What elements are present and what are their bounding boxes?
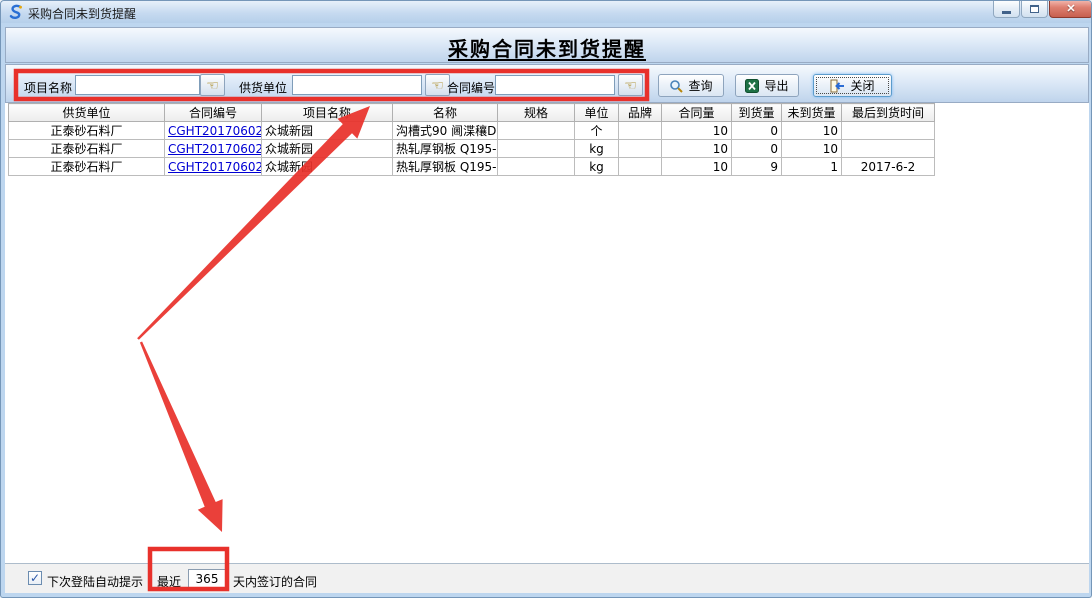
auto-remind-checkbox[interactable]: ✓ (28, 571, 42, 585)
table-cell: 个 (575, 122, 619, 140)
table-cell: 热轧厚钢板 Q195- (393, 158, 498, 176)
table-cell: 众城新园 (262, 140, 393, 158)
table-cell: 10 (662, 140, 732, 158)
table-cell (842, 140, 935, 158)
recent-label: 最近 (157, 573, 181, 590)
supplier-label: 供货单位 (239, 79, 287, 96)
table-cell: 10 (782, 122, 842, 140)
close-window-button[interactable]: ✕ (1049, 1, 1092, 18)
header-panel: 采购合同未到货提醒 (5, 27, 1089, 63)
window-title: 采购合同未到货提醒 (28, 5, 136, 22)
checkmark-icon: ✓ (29, 572, 41, 585)
table-cell (498, 158, 575, 176)
column-header[interactable]: 未到货量 (782, 104, 842, 122)
recent-days-input[interactable] (188, 569, 226, 588)
excel-icon (745, 79, 759, 93)
column-header[interactable]: 规格 (498, 104, 575, 122)
close-button[interactable]: 关闭 (813, 74, 892, 97)
table-cell: 10 (662, 158, 732, 176)
column-header[interactable]: 供货单位 (9, 104, 165, 122)
app-window: 采购合同未到货提醒 ✕ 采购合同未到货提醒 项目名称 ☜ 供货单位 ☜ 合同编号… (0, 0, 1092, 598)
grid-area: 供货单位合同编号项目名称名称规格单位品牌合同量到货量未到货量最后到货时间 正泰砂… (5, 103, 1089, 563)
page-title: 采购合同未到货提醒 (6, 33, 1088, 62)
table-cell: 10 (782, 140, 842, 158)
table-cell: 沟槽式90 阃渫穰D (393, 122, 498, 140)
contract-link[interactable]: CGHT2017060201 (168, 142, 262, 156)
table-cell (619, 140, 662, 158)
project-name-label: 项目名称 (24, 79, 72, 96)
minimize-button[interactable] (993, 1, 1020, 18)
export-button[interactable]: 导出 (735, 74, 799, 97)
column-header[interactable]: 品牌 (619, 104, 662, 122)
supplier-input[interactable] (292, 75, 422, 95)
table-cell: 正泰砂石料厂 (9, 122, 165, 140)
search-icon (669, 79, 683, 93)
table-cell: 热轧厚钢板 Q195- (393, 140, 498, 158)
table-row[interactable]: 正泰砂石料厂CGHT2017060201众城新园热轧厚钢板 Q195- kg 109… (9, 158, 935, 176)
minimize-icon (1002, 11, 1011, 14)
grid-header-row: 供货单位合同编号项目名称名称规格单位品牌合同量到货量未到货量最后到货时间 (9, 104, 935, 122)
exit-door-icon (830, 79, 845, 93)
hand-picker-icon: ☜ (624, 77, 637, 93)
recent-suffix-label: 天内签订的合同 (233, 573, 317, 590)
contract-link-cell: CGHT2017060201 (165, 122, 262, 140)
table-cell: 正泰砂石料厂 (9, 140, 165, 158)
maximize-icon (1030, 5, 1039, 13)
hand-picker-icon: ☜ (206, 77, 219, 93)
table-cell (498, 140, 575, 158)
table-cell (842, 122, 935, 140)
column-header[interactable]: 合同量 (662, 104, 732, 122)
grid-body: 正泰砂石料厂CGHT2017060201众城新园沟槽式90 阃渫穰D个10010… (9, 122, 935, 176)
contract-no-picker-button[interactable]: ☜ (618, 74, 643, 96)
title-bar[interactable]: 采购合同未到货提醒 ✕ (1, 1, 1091, 23)
column-header[interactable]: 名称 (393, 104, 498, 122)
maximize-button[interactable] (1021, 1, 1048, 18)
column-header[interactable]: 最后到货时间 (842, 104, 935, 122)
column-header[interactable]: 单位 (575, 104, 619, 122)
contract-link-cell: CGHT2017060201 (165, 158, 262, 176)
table-cell: 1 (782, 158, 842, 176)
table-cell: 0 (732, 122, 782, 140)
close-button-label: 关闭 (850, 77, 874, 94)
project-name-input[interactable] (75, 75, 200, 95)
table-cell (619, 158, 662, 176)
table-cell: 众城新园 (262, 158, 393, 176)
table-cell: 2017-6-2 (842, 158, 935, 176)
table-cell: 10 (662, 122, 732, 140)
table-cell: kg (575, 140, 619, 158)
contract-link[interactable]: CGHT2017060201 (168, 124, 262, 138)
table-cell (619, 122, 662, 140)
table-cell: 正泰砂石料厂 (9, 158, 165, 176)
close-icon: ✕ (1066, 4, 1075, 15)
query-button[interactable]: 查询 (658, 74, 724, 97)
footer-bar: ✓ 下次登陆自动提示 最近 天内签订的合同 (5, 563, 1089, 593)
contract-link-cell: CGHT2017060201 (165, 140, 262, 158)
table-cell (498, 122, 575, 140)
table-row[interactable]: 正泰砂石料厂CGHT2017060201众城新园热轧厚钢板 Q195- kg 100… (9, 140, 935, 158)
app-icon (8, 4, 24, 20)
contracts-table: 供货单位合同编号项目名称名称规格单位品牌合同量到货量未到货量最后到货时间 正泰砂… (8, 103, 935, 176)
query-button-label: 查询 (688, 77, 712, 94)
project-name-picker-button[interactable]: ☜ (200, 74, 225, 96)
column-header[interactable]: 合同编号 (165, 104, 262, 122)
table-cell: kg (575, 158, 619, 176)
column-header[interactable]: 项目名称 (262, 104, 393, 122)
search-toolbar: 项目名称 ☜ 供货单位 ☜ 合同编号 ☜ 查询 导出 (5, 64, 1089, 103)
table-row[interactable]: 正泰砂石料厂CGHT2017060201众城新园沟槽式90 阃渫穰D 个 10010 (9, 122, 935, 140)
table-cell: 众城新园 (262, 122, 393, 140)
auto-remind-label: 下次登陆自动提示 (47, 573, 143, 590)
table-cell: 9 (732, 158, 782, 176)
column-header[interactable]: 到货量 (732, 104, 782, 122)
export-button-label: 导出 (764, 77, 788, 94)
contract-link[interactable]: CGHT2017060201 (168, 160, 262, 174)
table-cell: 0 (732, 140, 782, 158)
hand-picker-icon: ☜ (431, 77, 444, 93)
contract-no-label: 合同编号 (447, 79, 495, 96)
contract-no-input[interactable] (495, 75, 615, 95)
